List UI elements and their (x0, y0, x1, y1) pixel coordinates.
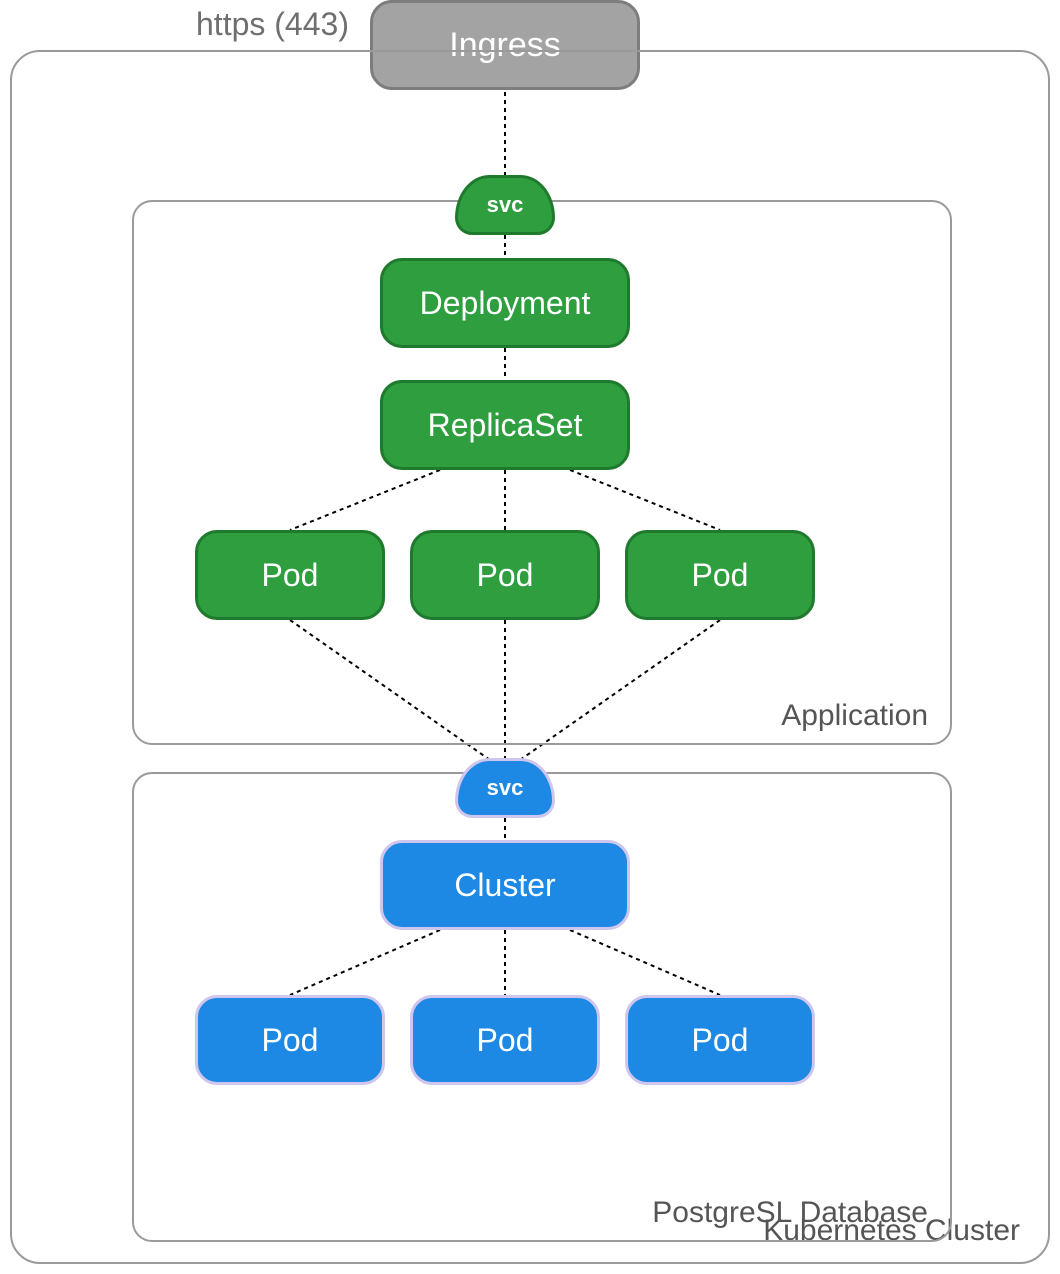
app-pod-label-3: Pod (692, 557, 749, 594)
replicaset-label: ReplicaSet (428, 407, 583, 444)
db-cluster-label: Cluster (454, 867, 555, 904)
app-pod-node-3: Pod (625, 530, 815, 620)
db-cluster-node: Cluster (380, 840, 630, 930)
db-svc-node: svc (455, 758, 555, 818)
application-label: Application (781, 699, 928, 733)
replicaset-node: ReplicaSet (380, 380, 630, 470)
app-pod-node-2: Pod (410, 530, 600, 620)
app-pod-node-1: Pod (195, 530, 385, 620)
app-svc-node: svc (455, 175, 555, 235)
protocol-label: https (443) (196, 6, 349, 43)
deployment-label: Deployment (420, 285, 591, 322)
db-pod-node-3: Pod (625, 995, 815, 1085)
db-pod-node-1: Pod (195, 995, 385, 1085)
db-pod-label-2: Pod (477, 1022, 534, 1059)
db-svc-label: svc (487, 775, 524, 801)
db-pod-label-3: Pod (692, 1022, 749, 1059)
app-pod-label-1: Pod (262, 557, 319, 594)
database-label: PostgreSL Database (652, 1196, 928, 1230)
diagram-stage: https (443) Ingress Kubernetes Cluster A… (0, 0, 1060, 1274)
db-pod-node-2: Pod (410, 995, 600, 1085)
db-pod-label-1: Pod (262, 1022, 319, 1059)
app-svc-label: svc (487, 192, 524, 218)
app-pod-label-2: Pod (477, 557, 534, 594)
deployment-node: Deployment (380, 258, 630, 348)
